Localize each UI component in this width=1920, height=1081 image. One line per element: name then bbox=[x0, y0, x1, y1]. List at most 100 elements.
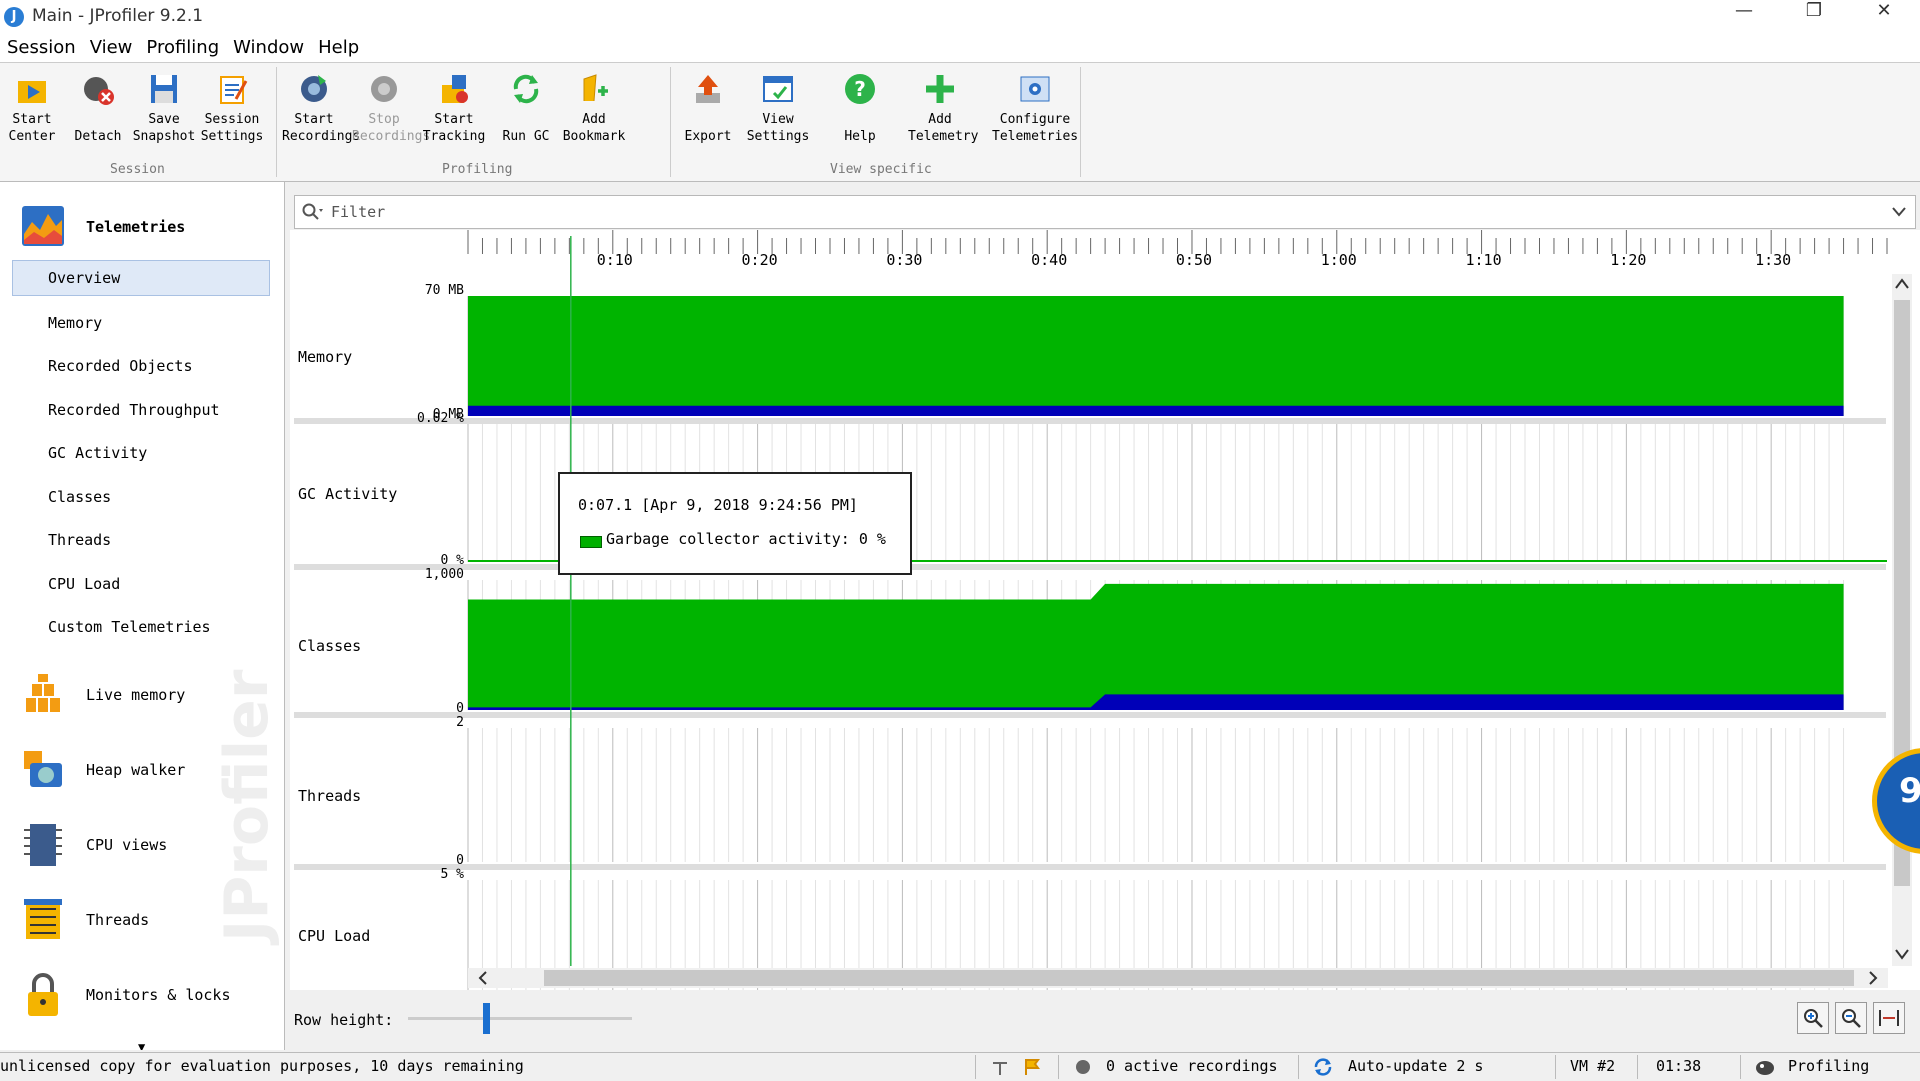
telemetries-icon bbox=[22, 206, 64, 246]
status-separator bbox=[975, 1055, 976, 1079]
toolbar-button-label-line2: Snapshot bbox=[132, 129, 196, 144]
row-label: CPU Load bbox=[298, 927, 370, 945]
row-separator bbox=[294, 864, 1886, 870]
menu-help[interactable]: Help bbox=[311, 34, 366, 62]
toolbar-button-label-line1: Start bbox=[294, 112, 334, 127]
sidebar-item-gc-activity[interactable]: GC Activity bbox=[48, 444, 147, 462]
zoom-out-button[interactable] bbox=[1835, 1002, 1867, 1034]
sidebar-section-label: Threads bbox=[86, 911, 150, 929]
configure-telemetries-icon bbox=[1020, 76, 1050, 102]
y-max-label: 1,000 bbox=[425, 567, 464, 582]
filter-placeholder: Filter bbox=[331, 203, 386, 221]
toolbar-button-label-line2: Run GC bbox=[502, 129, 550, 144]
row-label: Threads bbox=[298, 787, 361, 805]
start-tracking-button[interactable]: Start Tracking bbox=[422, 67, 486, 167]
sidebar-item-threads[interactable]: Threads bbox=[48, 531, 111, 549]
zoom-in-button[interactable] bbox=[1797, 1002, 1829, 1034]
horizontal-scrollbar-thumb[interactable] bbox=[544, 970, 1854, 986]
heap-walker-icon bbox=[24, 751, 62, 787]
save-snapshot-icon bbox=[151, 75, 177, 103]
refresh-icon[interactable] bbox=[1312, 1057, 1334, 1077]
recording-status-icon bbox=[1076, 1060, 1090, 1074]
start-center-icon bbox=[18, 81, 46, 103]
toolbar-group-label: Profiling bbox=[442, 162, 513, 177]
vm-status: VM #2 bbox=[1570, 1057, 1616, 1075]
toolbar-separator bbox=[1080, 67, 1081, 177]
status-separator bbox=[1637, 1055, 1638, 1079]
add-telemetry-button[interactable]: Add Telemetry bbox=[908, 67, 978, 167]
toolbar-button-label-line1 bbox=[828, 111, 892, 128]
save-snapshot-button[interactable]: Save Snapshot bbox=[132, 67, 196, 167]
toolbar-button-label-line1: Configure bbox=[999, 112, 1071, 127]
row-label: Memory bbox=[298, 348, 352, 366]
filter-field[interactable]: Filter bbox=[294, 195, 1916, 229]
license-status: unlicensed copy for evaluation purposes,… bbox=[0, 1057, 524, 1075]
menu-profiling[interactable]: Profiling bbox=[139, 34, 226, 62]
start-center-button[interactable]: Start Center bbox=[0, 67, 64, 167]
add-bookmark-button[interactable]: Add Bookmark bbox=[562, 67, 626, 167]
menu-view[interactable]: View bbox=[83, 34, 140, 62]
sidebar-item-overview[interactable]: Overview bbox=[12, 260, 270, 296]
time-axis-label: 1:10 bbox=[1466, 251, 1502, 269]
app-icon: J bbox=[4, 7, 24, 27]
scroll-down-icon[interactable]: ▼ bbox=[138, 1040, 145, 1050]
pin-icon[interactable] bbox=[990, 1057, 1010, 1077]
toolbar-button-label-line2: Tracking bbox=[422, 129, 486, 144]
session-settings-button[interactable]: Session Settings bbox=[200, 67, 264, 167]
tooltip-timestamp: 0:07.1 [Apr 9, 2018 9:24:56 PM] bbox=[578, 496, 858, 514]
start-recordings-button[interactable]: Start Recordings bbox=[282, 67, 360, 167]
sidebar-item-cpu-load[interactable]: CPU Load bbox=[48, 575, 120, 593]
sidebar-item-classes[interactable]: Classes bbox=[48, 488, 111, 506]
row-height-slider-track[interactable] bbox=[408, 1017, 632, 1020]
menu-session[interactable]: Session bbox=[0, 34, 83, 62]
sidebar-item-recorded-throughput[interactable]: Recorded Throughput bbox=[48, 401, 220, 419]
minimize-button[interactable]: — bbox=[1714, 0, 1774, 34]
toolbar-button-label-line1: Add bbox=[582, 112, 606, 127]
jprofiler-watermark: JProfiler bbox=[212, 669, 282, 942]
floating-widget-text: 9 bbox=[1899, 771, 1920, 811]
telemetry-charts[interactable]: 0:10 0:20 0:30 0:40 0:50 1:00 1:10 1:20 1:30 Memo… bbox=[290, 230, 1920, 990]
view-settings-icon bbox=[763, 76, 793, 102]
sidebar-section-label: Telemetries bbox=[86, 218, 186, 236]
toolbar-button-label-line2: Settings bbox=[746, 129, 810, 144]
toolbar-button-label-line2: Export bbox=[684, 129, 732, 144]
sidebar-item-memory[interactable]: Memory bbox=[48, 314, 102, 332]
stop-recordings-button[interactable]: Stop Recordings bbox=[352, 67, 430, 167]
title-bar: J Main - JProfiler 9.2.1 — ❐ ✕ bbox=[0, 0, 1920, 34]
toolbar-button-label-line1: Start bbox=[434, 112, 474, 127]
auto-update-status[interactable]: Auto-update 2 s bbox=[1348, 1057, 1483, 1075]
configure-telemetries-button[interactable]: Configure Telemetries bbox=[992, 67, 1078, 167]
sidebar-item-recorded-objects[interactable]: Recorded Objects bbox=[48, 357, 193, 375]
restore-button[interactable]: ❐ bbox=[1784, 0, 1844, 34]
menu-window[interactable]: Window bbox=[226, 34, 311, 62]
fit-to-window-button[interactable] bbox=[1873, 1002, 1905, 1034]
toolbar-button-label-line2: Bookmark bbox=[562, 129, 626, 144]
time-axis-label: 0:30 bbox=[886, 251, 922, 269]
y-min-label: 0 bbox=[456, 853, 464, 868]
status-separator bbox=[1740, 1055, 1741, 1079]
close-button[interactable]: ✕ bbox=[1854, 0, 1914, 34]
row-height-slider-thumb[interactable] bbox=[483, 1003, 491, 1034]
export-icon bbox=[696, 75, 720, 103]
run-gc-button[interactable]: Run GC bbox=[494, 67, 558, 167]
toolbar-separator bbox=[276, 67, 277, 177]
run-gc-icon bbox=[513, 74, 539, 104]
help-button[interactable]: ? Help bbox=[828, 67, 892, 167]
elapsed-time: 01:38 bbox=[1656, 1057, 1702, 1075]
profiling-mode-icon bbox=[1756, 1061, 1774, 1075]
start-recordings-icon bbox=[301, 75, 327, 102]
chevron-down-icon[interactable] bbox=[1891, 206, 1907, 218]
bookmark-flag-icon[interactable] bbox=[1022, 1057, 1042, 1077]
export-button[interactable]: Export bbox=[676, 67, 740, 167]
zoom-in-icon bbox=[1804, 1009, 1823, 1028]
toolbar-button-label-line1: View bbox=[762, 112, 794, 127]
view-settings-button[interactable]: View Settings bbox=[746, 67, 810, 167]
y-min-label: 0 bbox=[456, 701, 464, 716]
toolbar: Start Center Detach Save Snapshot Session Set… bbox=[0, 63, 1920, 182]
series-area bbox=[468, 296, 1844, 416]
sidebar: Telemetries Overview Memory Recorded Objec… bbox=[0, 182, 285, 1050]
add-telemetry-icon bbox=[926, 75, 954, 103]
sidebar-item-custom-telemetries[interactable]: Custom Telemetries bbox=[48, 618, 211, 636]
fit-width-icon bbox=[1879, 1010, 1899, 1026]
detach-button[interactable]: Detach bbox=[66, 67, 130, 167]
